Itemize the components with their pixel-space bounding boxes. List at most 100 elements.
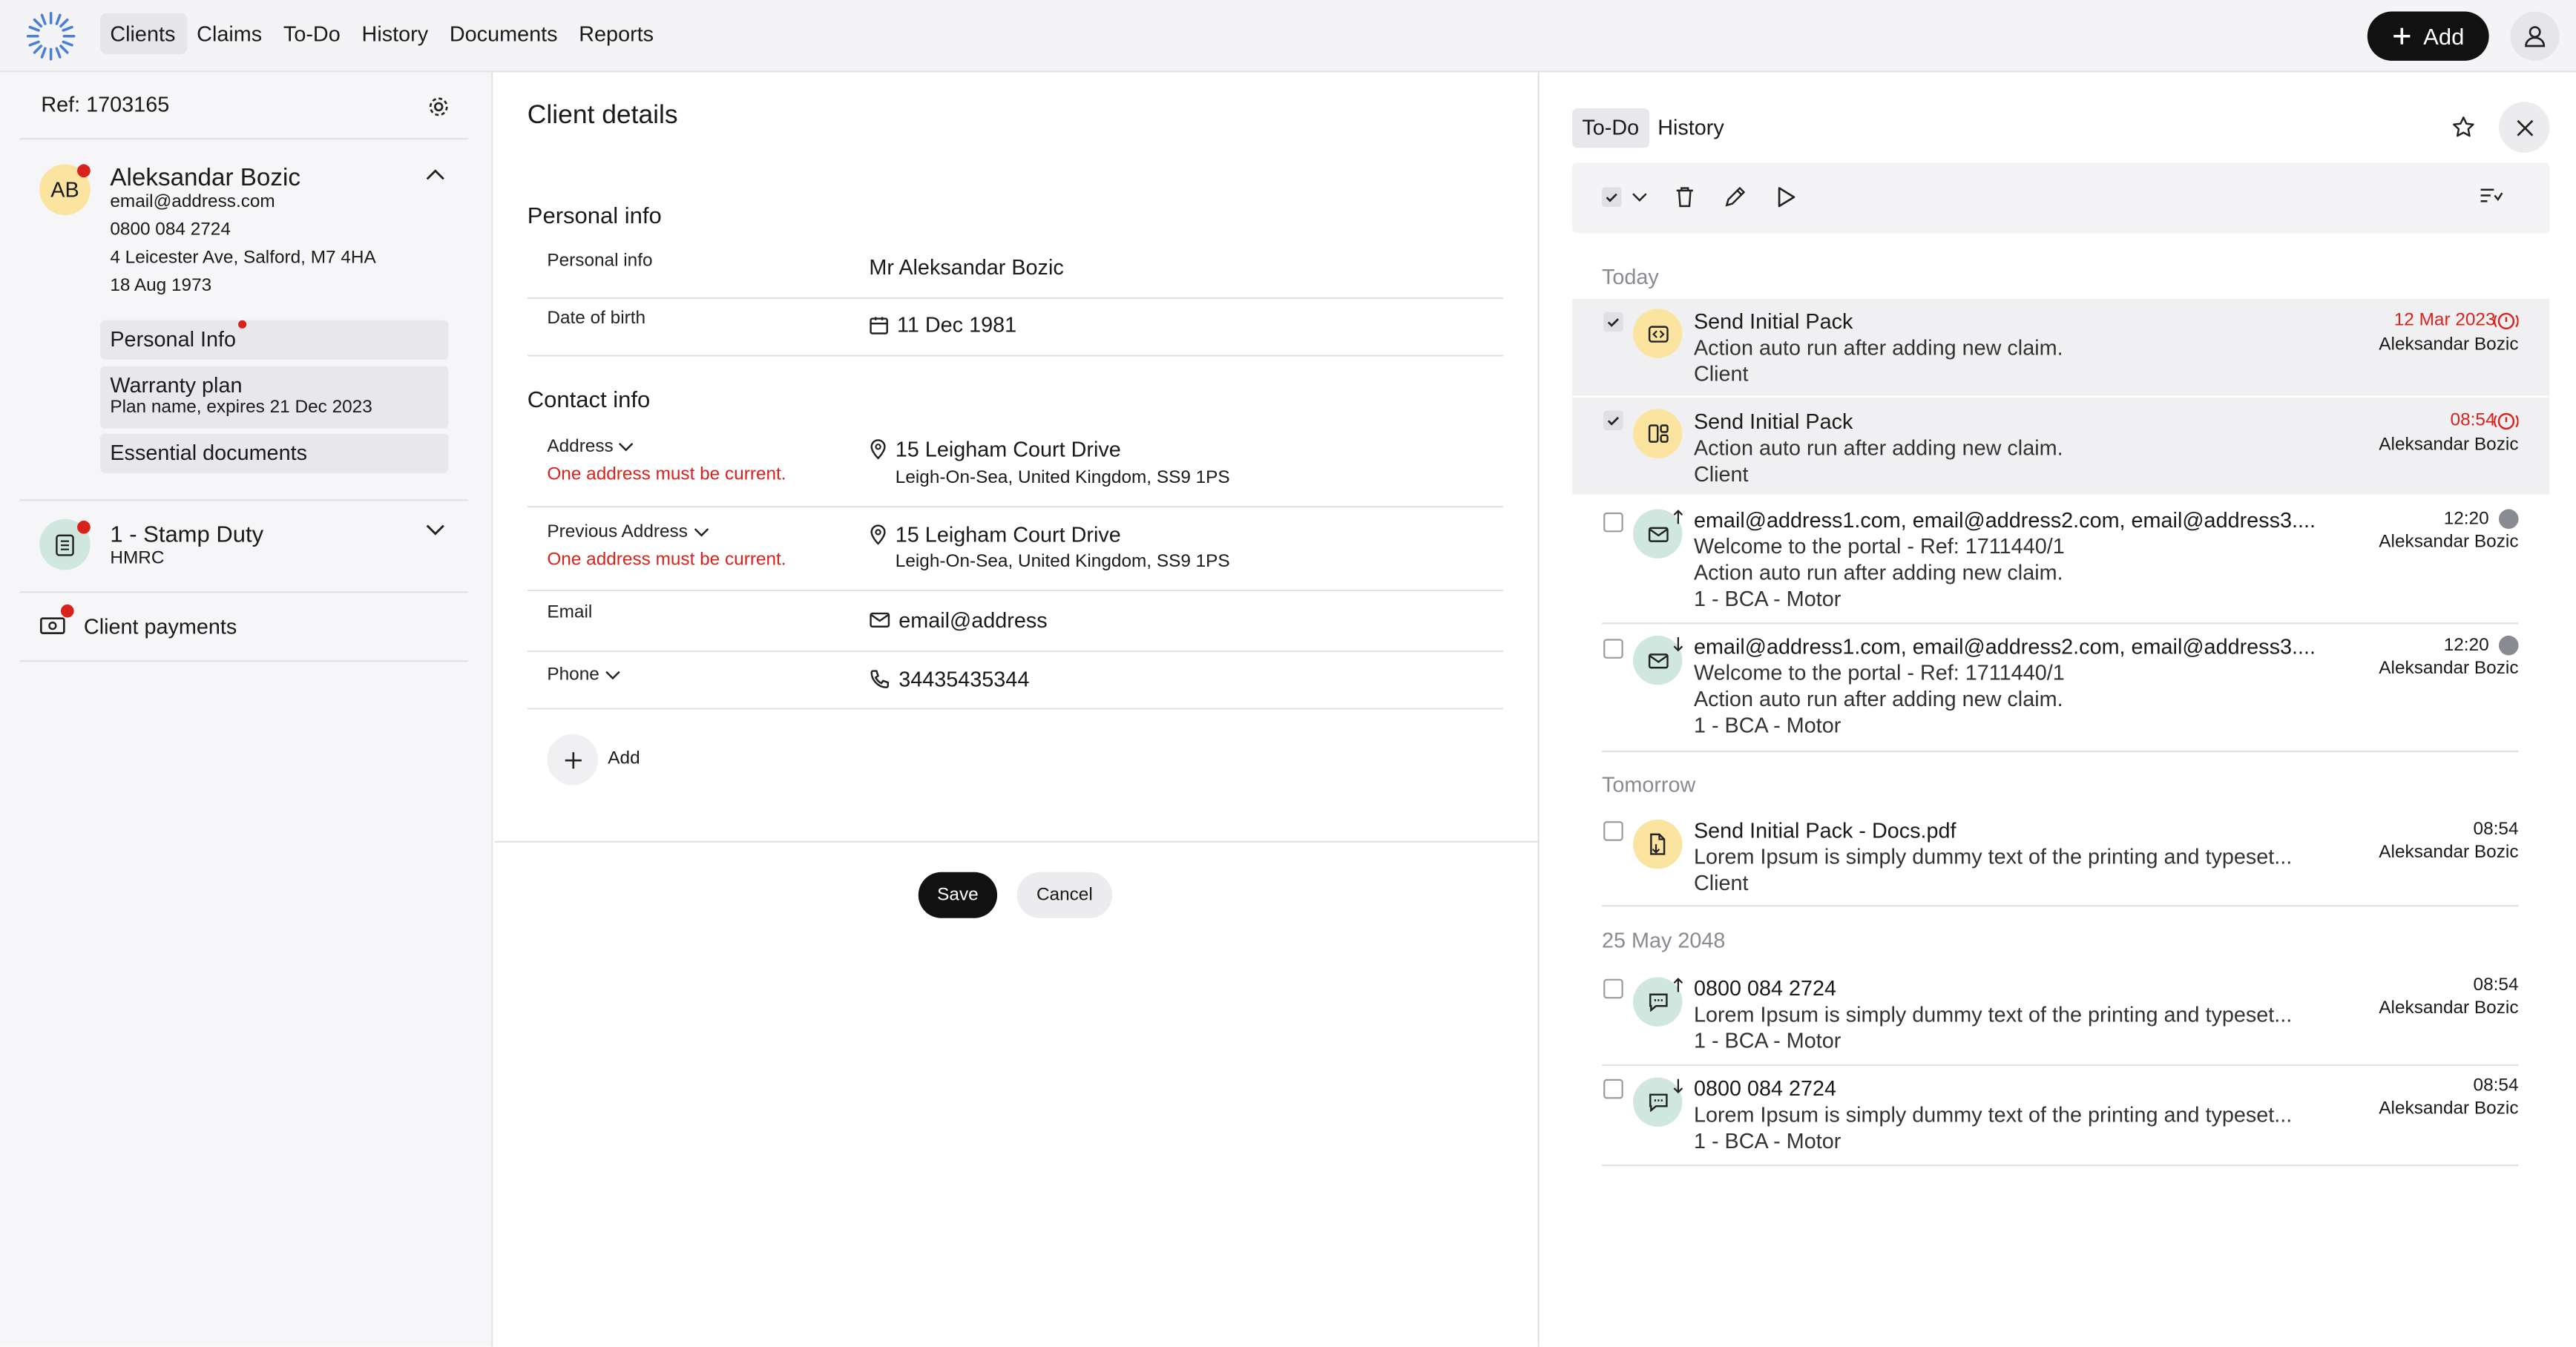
warranty-plan-link[interactable]: Warranty plan Plan name, expires 21 Dec … [100, 366, 449, 429]
alert-dot [238, 320, 247, 329]
trash-icon[interactable] [1674, 185, 1695, 208]
chevron-down-icon[interactable] [1632, 192, 1648, 204]
nav-claims[interactable]: Claims [187, 13, 274, 54]
dob-text: 11 Dec 1981 [897, 312, 1017, 337]
nav-history[interactable]: History [352, 13, 439, 54]
chat-icon [1648, 1093, 1667, 1113]
cancel-button[interactable]: Cancel [1016, 872, 1113, 918]
save-button[interactable]: Save [918, 872, 998, 918]
tab-todo[interactable]: To-Do [1572, 108, 1649, 148]
previous-address-error: One address must be current. [547, 550, 786, 570]
todo-title: 0800 084 2724 [1693, 975, 1837, 1001]
dob-value[interactable]: 11 Dec 1981 [869, 312, 1016, 337]
client-payments-link[interactable]: Client payments [84, 614, 237, 639]
close-icon [2516, 119, 2533, 136]
star-icon[interactable] [2451, 115, 2476, 139]
phone-value[interactable]: 34435435344 [869, 667, 1029, 691]
nav-clients[interactable]: Clients [100, 13, 187, 55]
play-icon[interactable] [1776, 185, 1796, 208]
save-label: Save [937, 885, 979, 906]
claim-subtitle: HMRC [110, 548, 165, 569]
chevron-down-icon [605, 670, 620, 679]
nav-reports[interactable]: Reports [569, 13, 666, 54]
todo-line: Action auto run after adding new claim. [1693, 560, 2063, 585]
todo-line: Welcome to the portal - Ref: 1711440/1 [1693, 533, 2065, 559]
client-details-panel: Client details Personal info Personal in… [494, 72, 1540, 1347]
personal-info-heading: Personal info [527, 202, 662, 228]
address-dropdown[interactable]: Address [547, 437, 634, 457]
todo-title: email@address1.com, email@address2.com, … [1693, 633, 2316, 659]
payment-icon [40, 617, 65, 634]
essential-documents-link[interactable]: Essential documents [100, 433, 449, 473]
todo-line: Client [1693, 461, 1749, 487]
gear-icon[interactable] [427, 95, 450, 118]
address-value[interactable]: 15 Leigham Court Drive [869, 437, 1121, 462]
action-icon [1647, 325, 1668, 342]
address-error: One address must be current. [547, 464, 786, 485]
todo-checkbox[interactable] [1603, 512, 1623, 533]
section-tomorrow: Tomorrow [1601, 771, 1696, 797]
action-icon-circle [1633, 409, 1683, 458]
claim-title[interactable]: 1 - Stamp Duty [110, 521, 263, 547]
user-menu-button[interactable] [2510, 11, 2560, 61]
personal-info-value[interactable]: Mr Aleksandar Bozic [869, 254, 1063, 279]
todo-time: 12:20 [2443, 635, 2489, 656]
pencil-icon[interactable] [1724, 185, 1747, 208]
todo-checkbox[interactable] [1603, 978, 1623, 999]
add-contact-button[interactable] [547, 734, 599, 786]
todo-line: Client [1693, 361, 1749, 386]
previous-address-value[interactable]: 15 Leigham Court Drive [869, 522, 1121, 547]
email-value[interactable]: email@address [869, 607, 1048, 633]
warranty-plan-subtitle: Plan name, expires 21 Dec 2023 [110, 397, 372, 418]
todo-checkbox[interactable] [1603, 821, 1623, 841]
section-today: Today [1601, 264, 1659, 289]
personal-info-link[interactable]: Personal Info [100, 320, 449, 360]
nav-documents[interactable]: Documents [440, 13, 569, 54]
arrow-down-icon [1673, 637, 1683, 652]
nav-todo[interactable]: To-Do [274, 13, 352, 54]
todo-time: 08:54 [2473, 819, 2519, 840]
checkmark-icon [1606, 193, 1617, 202]
todo-line: Welcome to the portal - Ref: 1711440/1 [1693, 660, 2065, 685]
main-nav: Clients Claims To-Do History Documents R… [100, 13, 666, 55]
todo-checkbox[interactable] [1603, 1078, 1623, 1099]
filter-list-icon[interactable] [2479, 187, 2503, 207]
logo-icon[interactable] [24, 10, 77, 62]
todo-title: Send Initial Pack - Docs.pdf [1693, 817, 1956, 843]
phone-dropdown[interactable]: Phone [547, 665, 620, 685]
dob-label: Date of birth [547, 309, 646, 329]
address-line1: 15 Leigham Court Drive [895, 437, 1121, 462]
tab-history[interactable]: History [1657, 108, 1724, 148]
todo-person: Aleksandar Bozic [2379, 842, 2519, 863]
todo-time: 08:54 [2450, 410, 2496, 431]
add-button[interactable]: Add [2367, 11, 2489, 61]
status-dot [2498, 509, 2519, 530]
todo-line: Lorem Ipsum is simply dummy text of the … [1693, 844, 2293, 869]
personal-info-text: Mr Aleksandar Bozic [869, 254, 1064, 280]
phone-icon [870, 670, 890, 688]
previous-address-dropdown[interactable]: Previous Address [547, 522, 709, 542]
phone-label: Phone [547, 665, 599, 685]
checkmark-icon [1607, 416, 1620, 426]
arrow-up-icon [1673, 510, 1683, 524]
todo-person: Aleksandar Bozic [2379, 532, 2519, 553]
add-contact-label[interactable]: Add [608, 749, 640, 769]
calendar-icon [870, 316, 888, 334]
select-all-checkbox[interactable] [1601, 187, 1622, 208]
chevron-down-icon[interactable] [426, 524, 446, 537]
close-button[interactable] [2498, 102, 2550, 153]
todo-time: 08:54 [2473, 1076, 2519, 1096]
alert-dot [60, 604, 74, 618]
todo-checkbox[interactable] [1603, 312, 1623, 332]
todo-checkbox[interactable] [1603, 410, 1623, 431]
email-label: Email [547, 602, 593, 623]
todo-line: 1 - BCA - Motor [1693, 586, 1841, 611]
chevron-up-icon[interactable] [426, 168, 446, 181]
client-address: 4 Leicester Ave, Salford, M7 4HA [110, 248, 376, 268]
warranty-plan-title: Warranty plan [110, 372, 243, 398]
previous-address-label: Previous Address [547, 522, 688, 542]
todo-time: 12 Mar 2023 [2393, 310, 2496, 331]
todo-person: Aleksandar Bozic [2379, 658, 2519, 679]
todo-checkbox[interactable] [1603, 639, 1623, 659]
phone-text: 34435435344 [898, 667, 1030, 692]
